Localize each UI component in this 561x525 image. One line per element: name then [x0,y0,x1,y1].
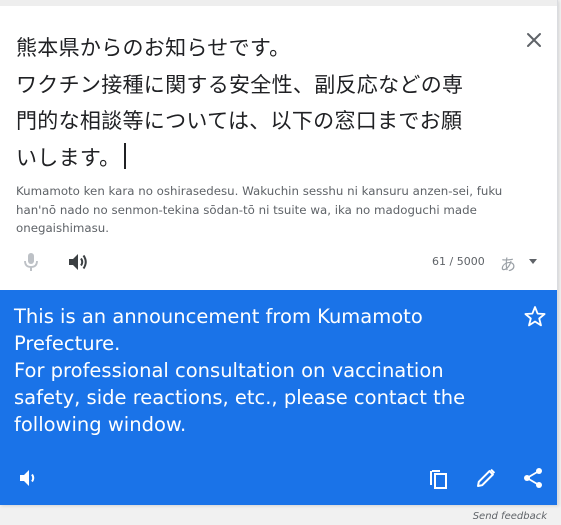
source-toolbar: 61 / 5000 あ [0,245,557,281]
text-cursor [124,142,127,169]
speaker-icon [69,254,87,270]
close-icon [527,33,541,47]
save-translation-button[interactable] [522,304,548,330]
share-translation-button[interactable] [520,465,546,491]
mic-icon [24,253,38,271]
character-count: 61 / 5000 [432,255,485,268]
chevron-down-icon [529,259,537,264]
edit-translation-button[interactable] [473,465,499,491]
copy-icon [430,470,447,489]
copy-translation-button[interactable] [425,465,451,491]
listen-source-button[interactable] [65,250,91,274]
edit-icon [477,468,496,487]
source-line: 熊本県からのお知らせです。 [16,36,291,60]
source-line: 門的な相談等については、以下の窓口までお願 [16,109,463,133]
top-edge [0,0,557,6]
input-method-button[interactable]: あ [500,251,548,275]
listen-translation-button[interactable] [16,465,42,491]
speaker-icon [20,470,35,486]
star-icon [524,306,546,327]
source-line: いします。 [16,145,121,170]
share-icon [524,468,542,488]
translation-result: This is an announcement from Kumamoto Pr… [0,290,557,505]
source-line: ワクチン接種に関する安全性、副反応などの専 [16,72,464,97]
send-feedback-link[interactable]: Send feedback [473,511,547,522]
translate-card: 熊本県からのお知らせです。 ワクチン接種に関する安全性、副反応などの専 門的な相… [0,0,558,505]
transliteration-text: Kumamoto ken kara no oshirasedesu. Wakuc… [16,184,503,235]
translation-text: This is an announcement from Kumamoto Pr… [14,305,466,436]
voice-input-button[interactable] [20,250,42,274]
input-method-icon: あ [500,255,517,274]
clear-source-button[interactable] [520,26,548,54]
source-text-input[interactable]: 熊本県からのお知らせです。 ワクチン接種に関する安全性、副反応などの専 門的な相… [16,30,506,176]
